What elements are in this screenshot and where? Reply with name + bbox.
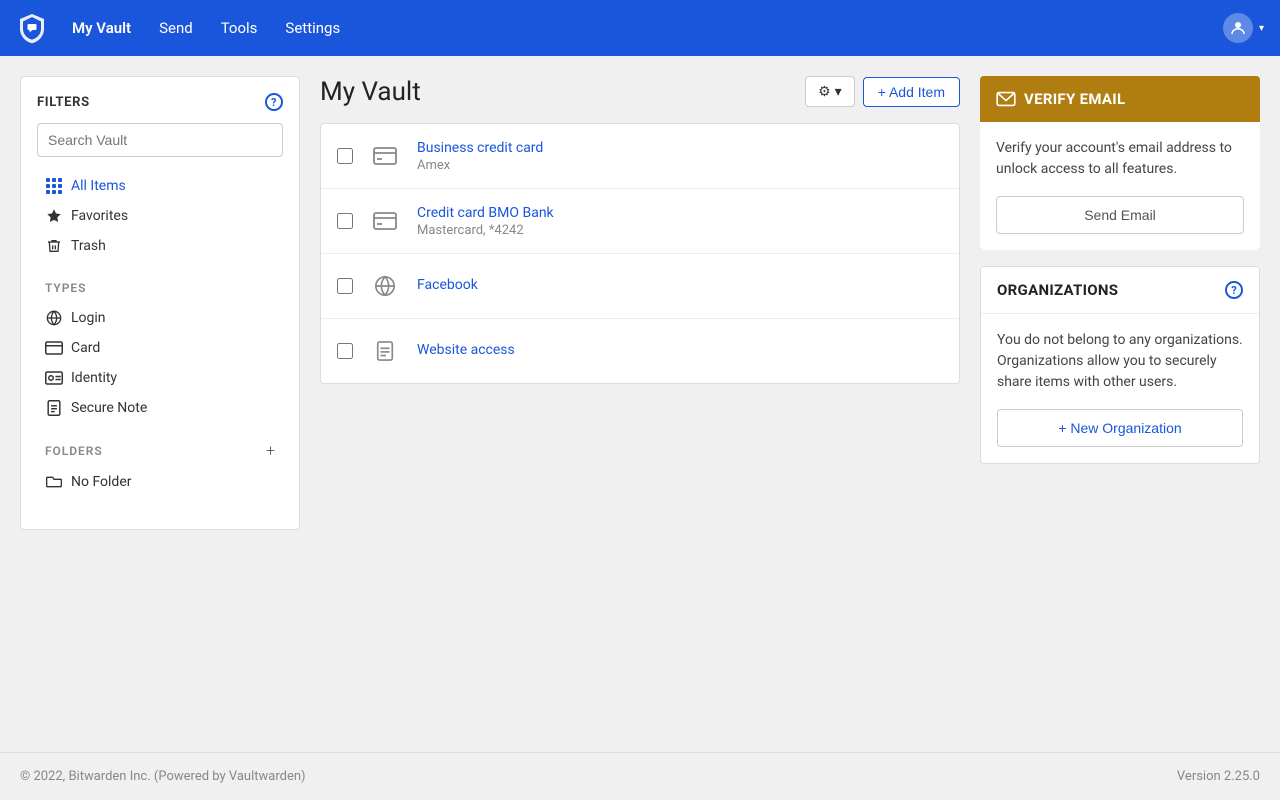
sidebar-types-section: TYPES Login Card Identity (37, 277, 283, 423)
topnav-links: My Vault Send Tools Settings (60, 11, 1223, 45)
sidebar-item-login[interactable]: Login (37, 303, 283, 333)
add-item-label: + Add Item (878, 84, 945, 100)
folder-icon (45, 473, 63, 491)
item-checkbox[interactable] (337, 148, 353, 164)
folders-title: FOLDERS (45, 444, 103, 458)
sidebar-identity-label: Identity (71, 370, 117, 386)
note-icon (45, 399, 63, 417)
add-item-button[interactable]: + Add Item (863, 77, 960, 107)
verify-email-text: Verify your account's email address to u… (996, 138, 1244, 180)
filters-label: FILTERS (37, 95, 90, 110)
globe-icon (45, 309, 63, 327)
vault-item: Business credit card Amex (321, 124, 959, 189)
email-icon (996, 91, 1016, 107)
card-type-icon (367, 138, 403, 174)
sidebar-nav-section: All Items Favorites Trash (37, 171, 283, 261)
card-type-icon (367, 203, 403, 239)
vault-header: My Vault ⚙ ▾ + Add Item (320, 76, 960, 107)
vault-title: My Vault (320, 77, 421, 107)
settings-dropdown-icon: ▾ (835, 83, 842, 100)
copyright-text: © 2022, Bitwarden Inc. (Powered by Vault… (20, 769, 306, 784)
item-details: Website access (417, 342, 943, 360)
topnav: My Vault Send Tools Settings ▾ (0, 0, 1280, 56)
types-section-title: TYPES (37, 277, 283, 299)
sidebar: FILTERS ? All Items Favorit (20, 76, 300, 530)
add-folder-button[interactable]: + (266, 443, 275, 459)
sidebar-item-secure-note[interactable]: Secure Note (37, 393, 283, 423)
star-icon (45, 207, 63, 225)
settings-button[interactable]: ⚙ ▾ (805, 76, 855, 107)
sidebar-item-favorites[interactable]: Favorites (37, 201, 283, 231)
verify-email-header: VERIFY EMAIL (980, 76, 1260, 122)
vault-actions: ⚙ ▾ + Add Item (805, 76, 960, 107)
vault-item: Credit card BMO Bank Mastercard, *4242 (321, 189, 959, 254)
org-body: You do not belong to any organizations. … (981, 314, 1259, 463)
sidebar-login-label: Login (71, 310, 106, 326)
item-subtitle: Amex (417, 158, 943, 173)
verify-email-card: VERIFY EMAIL Verify your account's email… (980, 76, 1260, 250)
sidebar-no-folder-label: No Folder (71, 474, 132, 490)
sidebar-item-all-items[interactable]: All Items (37, 171, 283, 201)
search-input[interactable] (37, 123, 283, 157)
sidebar-favorites-label: Favorites (71, 208, 128, 224)
nav-send[interactable]: Send (147, 11, 205, 45)
item-details: Business credit card Amex (417, 140, 943, 173)
main-content: My Vault ⚙ ▾ + Add Item Business credi (320, 76, 960, 752)
vault-item: Facebook (321, 254, 959, 319)
grid-icon (45, 177, 63, 195)
sidebar-trash-label: Trash (71, 238, 106, 254)
verify-email-title: VERIFY EMAIL (1024, 90, 1125, 108)
send-email-button[interactable]: Send Email (996, 196, 1244, 234)
item-details: Credit card BMO Bank Mastercard, *4242 (417, 205, 943, 238)
footer: © 2022, Bitwarden Inc. (Powered by Vault… (0, 752, 1280, 800)
item-name[interactable]: Business credit card (417, 140, 943, 156)
vault-item: Website access (321, 319, 959, 383)
nav-tools[interactable]: Tools (209, 11, 270, 45)
organizations-card: ORGANIZATIONS ? You do not belong to any… (980, 266, 1260, 464)
sidebar-item-no-folder[interactable]: No Folder (37, 467, 283, 497)
globe-type-icon (367, 268, 403, 304)
item-name[interactable]: Website access (417, 342, 943, 358)
item-name[interactable]: Credit card BMO Bank (417, 205, 943, 221)
trash-icon (45, 237, 63, 255)
folders-header: FOLDERS + (37, 439, 283, 463)
nav-my-vault[interactable]: My Vault (60, 11, 143, 45)
right-panel: VERIFY EMAIL Verify your account's email… (980, 76, 1260, 464)
org-title: ORGANIZATIONS (997, 281, 1118, 299)
item-subtitle: Mastercard, *4242 (417, 223, 943, 238)
version-text: Version 2.25.0 (1177, 769, 1260, 784)
account-menu[interactable]: ▾ (1223, 13, 1264, 43)
new-organization-button[interactable]: + New Organization (997, 409, 1243, 447)
vault-list: Business credit card Amex Credit card BM… (320, 123, 960, 384)
nav-settings[interactable]: Settings (273, 11, 352, 45)
item-checkbox[interactable] (337, 343, 353, 359)
sidebar-item-card[interactable]: Card (37, 333, 283, 363)
gear-icon: ⚙ (818, 83, 831, 100)
sidebar-item-trash[interactable]: Trash (37, 231, 283, 261)
id-icon (45, 369, 63, 387)
item-checkbox[interactable] (337, 278, 353, 294)
sidebar-all-items-label: All Items (71, 178, 126, 194)
account-avatar (1223, 13, 1253, 43)
account-chevron-down-icon: ▾ (1259, 23, 1264, 34)
bitwarden-logo (16, 12, 48, 44)
org-text: You do not belong to any organizations. … (997, 330, 1243, 393)
sidebar-item-identity[interactable]: Identity (37, 363, 283, 393)
org-header: ORGANIZATIONS ? (981, 267, 1259, 314)
card-icon (45, 339, 63, 357)
note-type-icon (367, 333, 403, 369)
sidebar-folders-section: FOLDERS + No Folder (37, 439, 283, 497)
filters-title: FILTERS ? (37, 93, 283, 111)
sidebar-secure-note-label: Secure Note (71, 400, 147, 416)
item-details: Facebook (417, 277, 943, 295)
new-org-label: + New Organization (1058, 420, 1181, 436)
item-name[interactable]: Facebook (417, 277, 943, 293)
item-checkbox[interactable] (337, 213, 353, 229)
main-layout: FILTERS ? All Items Favorit (0, 56, 1280, 752)
sidebar-card-label: Card (71, 340, 100, 356)
org-help-icon[interactable]: ? (1225, 281, 1243, 299)
filters-help-icon[interactable]: ? (265, 93, 283, 111)
verify-email-body: Verify your account's email address to u… (980, 122, 1260, 250)
